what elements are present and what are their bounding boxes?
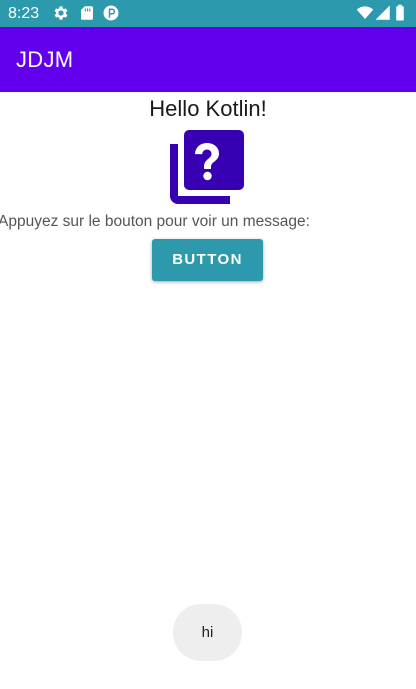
wifi-icon xyxy=(356,6,374,19)
sync-icon xyxy=(103,5,119,21)
show-message-button[interactable]: BUTTON xyxy=(152,239,263,281)
app-title: JDJM xyxy=(16,47,74,72)
cell-signal-icon xyxy=(375,5,390,20)
toast-message: hi xyxy=(173,604,242,661)
status-bar: 8:23 xyxy=(0,0,416,27)
app-bar: JDJM xyxy=(0,27,416,92)
gear-icon xyxy=(54,6,68,20)
battery-icon xyxy=(396,4,404,21)
page-heading: Hello Kotlin! xyxy=(149,96,267,121)
sd-card-icon xyxy=(81,6,93,20)
instruction-text: Appuyez sur le bouton pour voir un messa… xyxy=(0,213,310,230)
question-library-icon xyxy=(170,130,244,204)
status-time: 8:23 xyxy=(8,5,40,22)
app-screen: 8:23 JDJM Hello Kotlin! Appuyez sur le b… xyxy=(0,0,416,689)
